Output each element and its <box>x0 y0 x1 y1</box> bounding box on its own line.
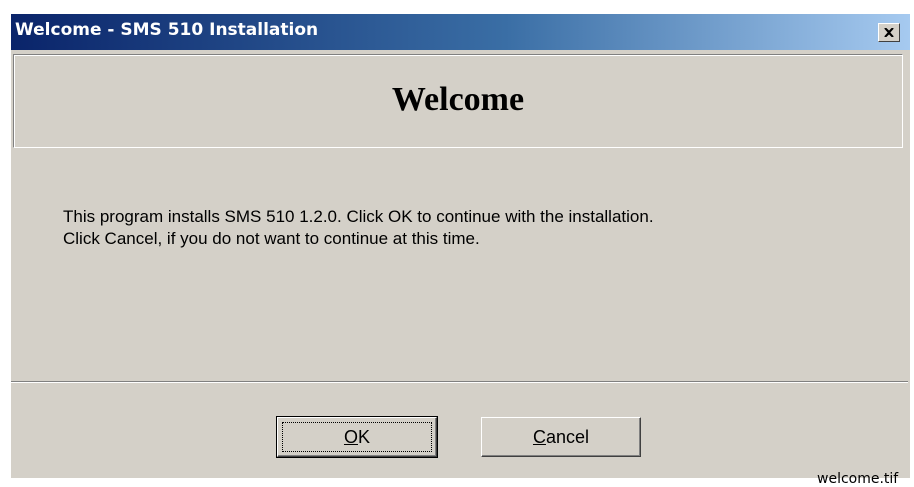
ok-mnemonic: O <box>343 426 358 447</box>
close-icon <box>884 28 894 37</box>
ok-button[interactable]: OK <box>276 416 438 458</box>
welcome-message: This program installs SMS 510 1.2.0. Cli… <box>63 206 654 250</box>
cancel-label-rest: ancel <box>545 426 590 447</box>
page-title: Welcome <box>391 81 525 118</box>
window-title: Welcome - SMS 510 Installation <box>15 20 319 40</box>
ok-button-label: OK <box>344 427 370 448</box>
cancel-mnemonic: C <box>532 426 546 447</box>
separator <box>11 381 908 383</box>
message-line-1: This program installs SMS 510 1.2.0. Cli… <box>63 207 654 226</box>
cancel-button[interactable]: Cancel <box>481 417 641 457</box>
file-name-label: welcome.tif <box>817 471 899 487</box>
ok-label-rest: K <box>358 426 371 447</box>
installer-dialog: Welcome - SMS 510 Installation Welcome T… <box>11 14 910 487</box>
close-button[interactable] <box>878 23 900 42</box>
message-line-2: Click Cancel, if you do not want to cont… <box>63 229 480 248</box>
title-bar[interactable]: Welcome - SMS 510 Installation <box>11 14 910 50</box>
header-panel: Welcome <box>13 54 903 148</box>
cancel-button-label: Cancel <box>533 427 589 448</box>
